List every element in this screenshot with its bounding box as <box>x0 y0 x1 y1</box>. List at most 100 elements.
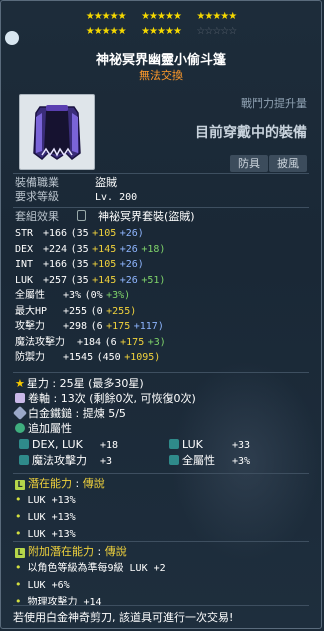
stat-bonus: +255) <box>106 305 137 317</box>
stat-name: 全屬性 <box>15 290 45 301</box>
divider <box>13 372 309 373</box>
stat-total: +166 <box>43 259 68 270</box>
hammer-icon <box>12 405 28 421</box>
tag-armor: 防具 <box>230 155 268 172</box>
stat-bonus: +26) <box>119 259 144 270</box>
job-label: 裝備職業 <box>15 176 59 189</box>
star-group-5: ★★★★★ <box>141 26 182 37</box>
stat-bonus: +145 <box>92 243 117 255</box>
stat-bonus: +3) <box>147 336 166 348</box>
job-row: 裝備職業 盜賊 <box>15 176 117 190</box>
currently-equipped-label: 目前穿戴中的裝備 <box>195 125 307 141</box>
stat-total: +1545 <box>63 352 94 363</box>
star-group-2: ★★★★★ <box>141 11 182 22</box>
bullet-icon: • <box>15 578 22 591</box>
star-group-1: ★★★★★ <box>85 11 127 22</box>
bullet-icon: • <box>15 510 22 523</box>
scroll-info: 卷軸 : 13次 (剩餘0次, 可恢復0次) <box>15 392 196 406</box>
stat-total: +184 <box>77 336 102 348</box>
potential-line-text: LUK +13% <box>27 529 76 540</box>
stat-bonus: +26 <box>119 243 138 255</box>
stat-name: INT <box>15 259 34 270</box>
divider <box>13 473 309 474</box>
potential-line-text: 物理攻擊力 +14 <box>27 597 102 608</box>
extra-options-label: 追加屬性 <box>28 422 72 435</box>
hammer-info: 白金鐵鎚 : 提煉 5/5 <box>12 405 126 421</box>
extra-option: LUK +33 <box>169 438 250 452</box>
bullet-icon: • <box>15 493 22 506</box>
stat-name: 攻擊力 <box>15 321 45 332</box>
item-icon-frame <box>19 94 95 170</box>
scissors-notice: 若使用白金神奇剪刀, 該道具可進行一次交易! <box>13 611 234 624</box>
star-force-value: 25星 (最多30星) <box>59 377 144 390</box>
stat-bonus: +105 <box>92 259 117 270</box>
level-label: 要求等級 <box>15 190 59 203</box>
stat-base: (35 <box>70 228 89 239</box>
stat-name: LUK <box>15 274 34 286</box>
scroll-label: 卷軸 <box>28 392 50 405</box>
potential-line: • LUK +13% <box>15 510 76 524</box>
extra-option-name: 魔法攻擊力 <box>32 454 87 467</box>
legendary-badge-icon: L <box>15 548 25 558</box>
stat-total: +298 <box>63 321 88 332</box>
star-force-info: ★ 星力 : 25星 (最多30星) <box>15 377 144 390</box>
stat-base: (35 <box>70 259 89 270</box>
extra-option-slot-icon <box>19 455 29 465</box>
stat-base: (6 <box>90 321 103 332</box>
scroll-value: 13次 (剩餘0次, 可恢復0次) <box>60 392 196 405</box>
extra-option: DEX, LUK +18 <box>19 438 118 452</box>
extra-options-header: 追加屬性 <box>15 422 72 436</box>
job-value: 盜賊 <box>95 176 117 189</box>
potential-line: • LUK +13% <box>15 527 76 541</box>
stat-total: +224 <box>43 243 68 255</box>
bullet-icon: • <box>15 595 22 608</box>
stat-total: +3% <box>63 290 82 301</box>
potential-grade: 傳說 <box>82 477 105 490</box>
scroll-icon <box>15 393 25 403</box>
stat-base: (6 <box>104 336 117 348</box>
potential-header: L 潛在能力 : 傳說 <box>15 477 105 491</box>
set-info-icon[interactable] <box>77 210 86 221</box>
star-group-4: ★★★★★ <box>85 26 127 37</box>
set-effect-value: 神祕冥界套裝(盜賊) <box>98 210 195 223</box>
additional-potential-label: 附加潛在能力 <box>28 545 94 558</box>
stat-bonus: +26) <box>119 228 144 239</box>
stat-bonus: +175 <box>106 321 131 332</box>
extra-option: 魔法攻擊力 +3 <box>19 454 112 468</box>
divider <box>13 207 309 208</box>
extra-option: 全屬性 +3% <box>169 454 250 468</box>
stat-row: 防禦力 +1545 (450 +1095) <box>15 350 160 364</box>
potential-label: 潛在能力 <box>28 477 72 490</box>
potential-line-text: 以角色等級為準每9級 LUK +2 <box>27 563 166 574</box>
level-value: Lv. 200 <box>95 192 138 203</box>
star-group-6: ☆☆☆☆☆ <box>196 26 237 37</box>
stat-name: 魔法攻擊力 <box>15 336 65 348</box>
divider <box>13 173 309 174</box>
set-effect-row: 套組效果 神祕冥界套裝(盜賊) <box>15 210 195 224</box>
star-group-3: ★★★★★ <box>196 11 237 22</box>
cloud-decoration-icon <box>5 31 19 45</box>
stat-row: STR +166 (35 +105 +26) <box>15 226 144 240</box>
potential-line-text: LUK +6% <box>27 580 70 591</box>
stat-base: (450 <box>96 352 121 363</box>
stat-row: LUK +257 (35 +145 +26 +51) <box>15 273 165 287</box>
stat-name: 最大HP <box>15 305 48 317</box>
stat-name: STR <box>15 228 34 239</box>
extra-option-value: +3% <box>232 456 251 467</box>
stat-bonus: +1095) <box>124 352 161 363</box>
tag-cape: 披風 <box>269 155 307 172</box>
extra-option-name: LUK <box>182 438 203 451</box>
level-row: 要求等級 Lv. 200 <box>15 190 137 204</box>
stat-row: DEX +224 (35 +145 +26 +18) <box>15 242 165 256</box>
stat-row: INT +166 (35 +105 +26) <box>15 257 144 271</box>
stat-total: +257 <box>43 274 68 286</box>
extra-option-slot-icon <box>19 439 29 449</box>
cape-icon <box>33 105 81 160</box>
stat-name: DEX <box>15 243 34 255</box>
stat-total: +255 <box>63 305 88 317</box>
extra-option-icon <box>15 423 25 433</box>
extra-option-value: +33 <box>232 440 251 451</box>
stat-base: (35 <box>70 274 89 286</box>
extra-option-name: DEX, LUK <box>32 438 83 451</box>
stat-bonus: +145 <box>92 274 117 286</box>
